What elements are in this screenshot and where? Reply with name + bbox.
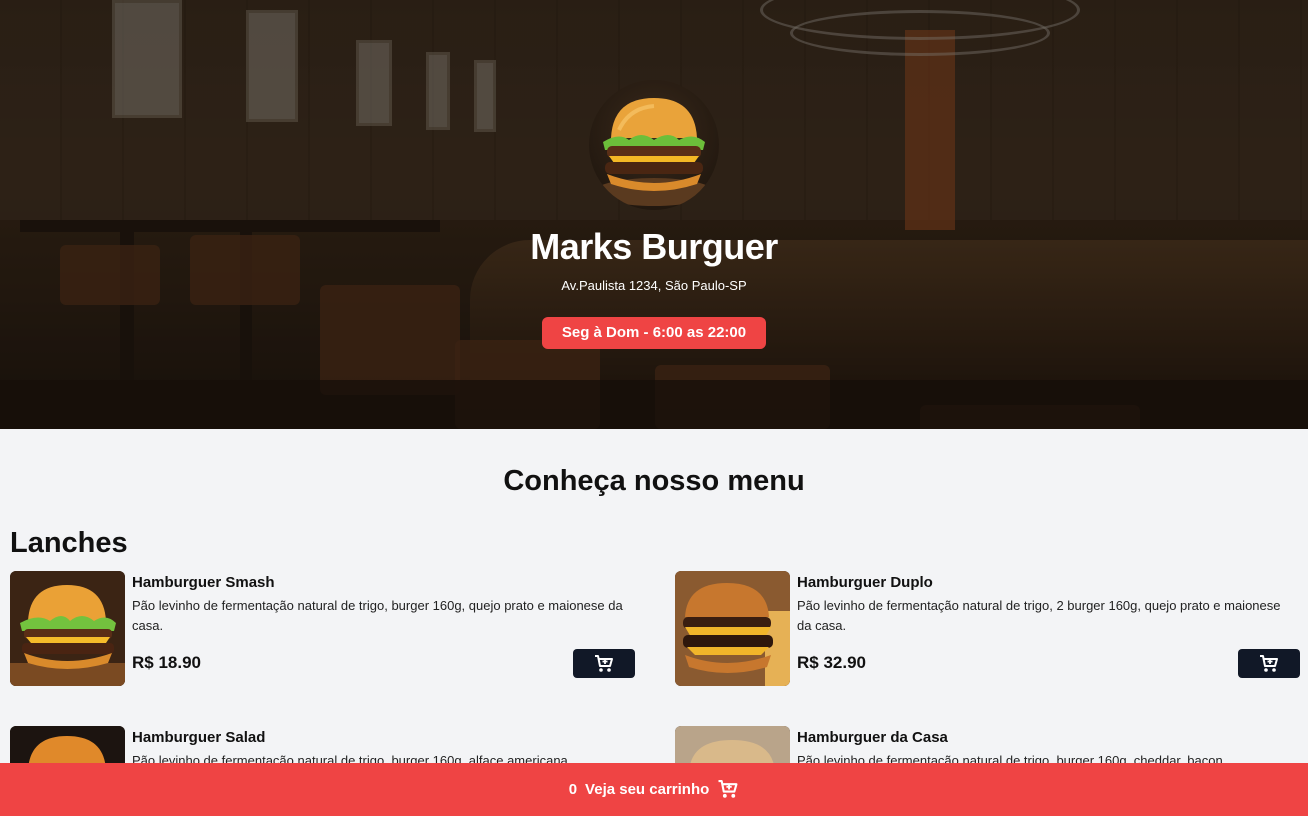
cart-plus-icon [718,780,738,798]
view-cart-button[interactable]: 0 Veja seu carrinho [0,763,1308,816]
opening-hours-badge: Seg à Dom - 6:00 as 22:00 [542,317,766,349]
dark-overlay [0,0,1308,429]
add-to-cart-button[interactable] [573,649,635,678]
product-description: Pão levinho de fermentação natural de tr… [132,598,623,633]
product-image [10,571,125,686]
product-name: Hamburguer Salad [132,729,266,746]
restaurant-name: Marks Burguer [530,226,778,267]
menu-item: Hamburguer Smash Pão levinho de fermenta… [10,571,635,687]
cart-label: Veja seu carrinho [585,781,710,798]
restaurant-logo [589,80,719,210]
cart-count: 0 [568,781,578,798]
cart-plus-icon [1260,654,1278,672]
hero-banner [0,0,1308,429]
product-name: Hamburguer Duplo [797,574,933,591]
cart-plus-icon [595,654,613,672]
product-price: R$ 32.90 [797,653,866,672]
restaurant-address: Av.Paulista 1234, São Paulo-SP [561,278,747,293]
product-name: Hamburguer da Casa [797,729,948,746]
product-price: R$ 18.90 [132,653,201,672]
category-title: Lanches [10,527,128,559]
menu-heading: Conheça nosso menu [503,465,805,497]
add-to-cart-button[interactable] [1238,649,1300,678]
product-image [675,571,790,686]
product-description: Pão levinho de fermentação natural de tr… [797,598,1281,633]
product-name: Hamburguer Smash [132,574,275,591]
menu-item: Hamburguer Duplo Pão levinho de fermenta… [675,571,1300,687]
